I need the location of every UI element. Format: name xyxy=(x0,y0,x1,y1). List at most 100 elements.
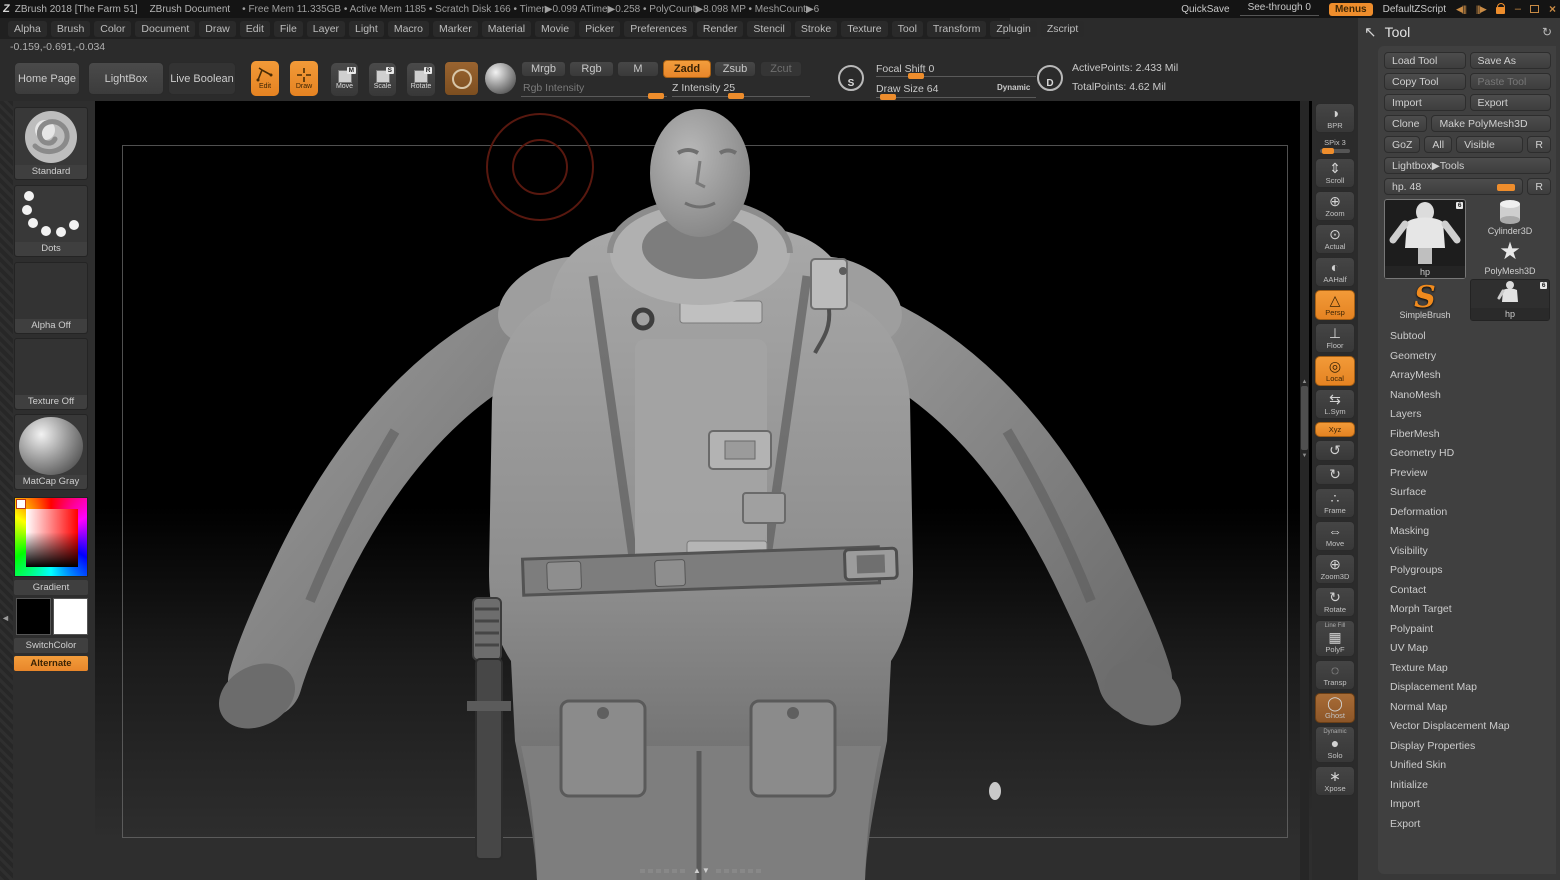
canvas-v-scrollbar[interactable]: ▲ ▼ xyxy=(1300,101,1309,880)
rotate-button[interactable]: R Rotate xyxy=(407,63,435,96)
local-button[interactable]: ◎ Local xyxy=(1315,356,1355,386)
scroll-button[interactable]: ⇕ Scroll xyxy=(1315,158,1355,188)
polymesh3d-thumb[interactable]: ★ PolyMesh3D xyxy=(1470,239,1550,277)
spix-track[interactable] xyxy=(1320,149,1350,153)
menu-item[interactable]: Light xyxy=(349,21,384,37)
mrgb-button[interactable]: Mrgb xyxy=(521,61,566,77)
menu-item[interactable]: Alpha xyxy=(8,21,47,37)
v-scroll-down-icon[interactable]: ▼ xyxy=(1300,453,1309,459)
color-picker[interactable] xyxy=(14,497,88,577)
goz-r-button[interactable]: R xyxy=(1527,136,1551,153)
menu-item[interactable]: Transform xyxy=(927,21,986,37)
main-color-swatch[interactable] xyxy=(16,598,51,635)
lightbox-tools-button[interactable]: Lightbox▶Tools xyxy=(1384,157,1551,174)
menu-item[interactable]: Marker xyxy=(433,21,478,37)
focal-shift-track[interactable] xyxy=(876,76,1036,77)
z-intensity-handle[interactable] xyxy=(728,93,744,99)
spix-slider[interactable]: SPix 3 xyxy=(1315,136,1355,155)
menu-item[interactable]: Picker xyxy=(579,21,620,37)
goz-visible-button[interactable]: Visible xyxy=(1456,136,1523,153)
draw-button[interactable]: Draw xyxy=(290,61,318,96)
current-brush-thumb[interactable]: Standard xyxy=(14,107,88,180)
tool-section-item[interactable]: Polygroups xyxy=(1384,561,1551,581)
polyframe-button[interactable]: Line Fill ▦ PolyF xyxy=(1315,620,1355,657)
undo-button[interactable]: ↺ xyxy=(1315,440,1355,461)
redo-button[interactable]: ↻ xyxy=(1315,464,1355,485)
xpose-button[interactable]: ∗ Xpose xyxy=(1315,766,1355,796)
menu-item[interactable]: Layer xyxy=(307,21,345,37)
tool-section-item[interactable]: Morph Target xyxy=(1384,600,1551,620)
xyz-button[interactable]: Xyz xyxy=(1315,422,1355,437)
minimize-icon[interactable]: – xyxy=(1515,3,1520,15)
menu-item[interactable]: Render xyxy=(697,21,743,37)
frame-button[interactable]: ∴ Frame xyxy=(1315,488,1355,518)
menu-item[interactable]: Edit xyxy=(240,21,270,37)
see-through-slider[interactable]: See-through 0 xyxy=(1240,2,1319,16)
live-boolean-button[interactable]: Live Boolean xyxy=(168,62,236,95)
zcut-button[interactable]: Zcut xyxy=(760,61,802,77)
tool-section-item[interactable]: FiberMesh xyxy=(1384,425,1551,445)
rgb-intensity-handle[interactable] xyxy=(648,93,664,99)
make-polymesh3d-button[interactable]: Make PolyMesh3D xyxy=(1431,115,1551,132)
goz-button[interactable]: GoZ xyxy=(1384,136,1420,153)
zadd-button[interactable]: Zadd xyxy=(663,60,711,78)
tool-section-item[interactable]: Export xyxy=(1384,815,1551,835)
lsym-button[interactable]: ⇆ L.Sym xyxy=(1315,389,1355,419)
scrub-arrows-icon[interactable]: ▲▼ xyxy=(693,866,711,875)
document-canvas[interactable]: ▲▼ xyxy=(95,101,1312,880)
bpr-button[interactable]: ◑ BPR xyxy=(1315,103,1355,133)
material-thumb[interactable]: MatCap Gray xyxy=(14,414,88,490)
tool-section-item[interactable]: Surface xyxy=(1384,483,1551,503)
scale-button[interactable]: S Scale xyxy=(369,63,396,96)
expand-palettes-icon[interactable]: |||▶ xyxy=(1476,4,1486,15)
stroke-icon[interactable]: S xyxy=(838,65,864,91)
menu-item[interactable]: Texture xyxy=(841,21,887,37)
menu-item[interactable]: Document xyxy=(135,21,195,37)
load-tool-button[interactable]: Load Tool xyxy=(1384,52,1466,69)
menu-item[interactable]: Tool xyxy=(892,21,923,37)
menu-item[interactable]: Stroke xyxy=(795,21,837,37)
menu-item[interactable]: File xyxy=(274,21,303,37)
tool-section-item[interactable]: UV Map xyxy=(1384,639,1551,659)
switch-color-button[interactable]: SwitchColor xyxy=(14,638,88,653)
hp-subdiv-slider[interactable]: hp. 48 xyxy=(1384,178,1523,195)
export-button[interactable]: Export xyxy=(1470,94,1552,111)
brush-mode-button[interactable] xyxy=(444,61,479,96)
tool-section-item[interactable]: Polypaint xyxy=(1384,620,1551,640)
rgb-button[interactable]: Rgb xyxy=(569,61,614,77)
draw-size-handle[interactable] xyxy=(880,94,896,100)
active-tool-thumb[interactable]: 6 hp xyxy=(1384,199,1466,279)
tool-section-item[interactable]: Geometry xyxy=(1384,347,1551,367)
tool-section-item[interactable]: Normal Map xyxy=(1384,698,1551,718)
tool-section-item[interactable]: Texture Map xyxy=(1384,659,1551,679)
gradient-button[interactable]: Gradient xyxy=(14,580,88,595)
draw-size-track[interactable] xyxy=(876,97,1036,98)
m-button[interactable]: M xyxy=(617,61,659,77)
secondary-color-swatch[interactable] xyxy=(53,598,88,635)
move-button[interactable]: M Move xyxy=(331,63,358,96)
menus-button[interactable]: Menus xyxy=(1329,3,1373,16)
rgb-intensity-track[interactable] xyxy=(521,96,667,97)
cylinder3d-thumb[interactable]: Cylinder3D xyxy=(1470,199,1550,237)
copy-tool-button[interactable]: Copy Tool xyxy=(1384,73,1466,90)
focal-shift-slider[interactable]: Focal Shift 0 xyxy=(876,63,934,75)
material-sphere-icon[interactable] xyxy=(485,63,516,94)
default-zscript-button[interactable]: DefaultZScript xyxy=(1383,4,1446,15)
menu-item[interactable]: Stencil xyxy=(747,21,791,37)
tool-section-item[interactable]: Masking xyxy=(1384,522,1551,542)
focal-shift-handle[interactable] xyxy=(908,73,924,79)
lock-icon[interactable] xyxy=(1496,7,1505,14)
paste-tool-button[interactable]: Paste Tool xyxy=(1470,73,1552,90)
current-stroke-thumb[interactable]: Dots xyxy=(14,185,88,257)
hp-subdiv-handle[interactable] xyxy=(1497,184,1515,191)
zsub-button[interactable]: Zsub xyxy=(714,61,756,77)
alpha-thumb[interactable]: Alpha Off xyxy=(14,262,88,334)
zoom-button[interactable]: ⊕ Zoom xyxy=(1315,191,1355,221)
tool-section-item[interactable]: ArrayMesh xyxy=(1384,366,1551,386)
v-scroll-up-icon[interactable]: ▲ xyxy=(1300,379,1309,385)
menu-item[interactable]: Brush xyxy=(51,21,90,37)
quicksave-button[interactable]: QuickSave xyxy=(1181,4,1229,15)
z-intensity-slider[interactable]: Z Intensity 25 xyxy=(672,82,735,94)
save-as-button[interactable]: Save As xyxy=(1470,52,1552,69)
panel-back-icon[interactable]: ↖ xyxy=(1364,23,1377,41)
